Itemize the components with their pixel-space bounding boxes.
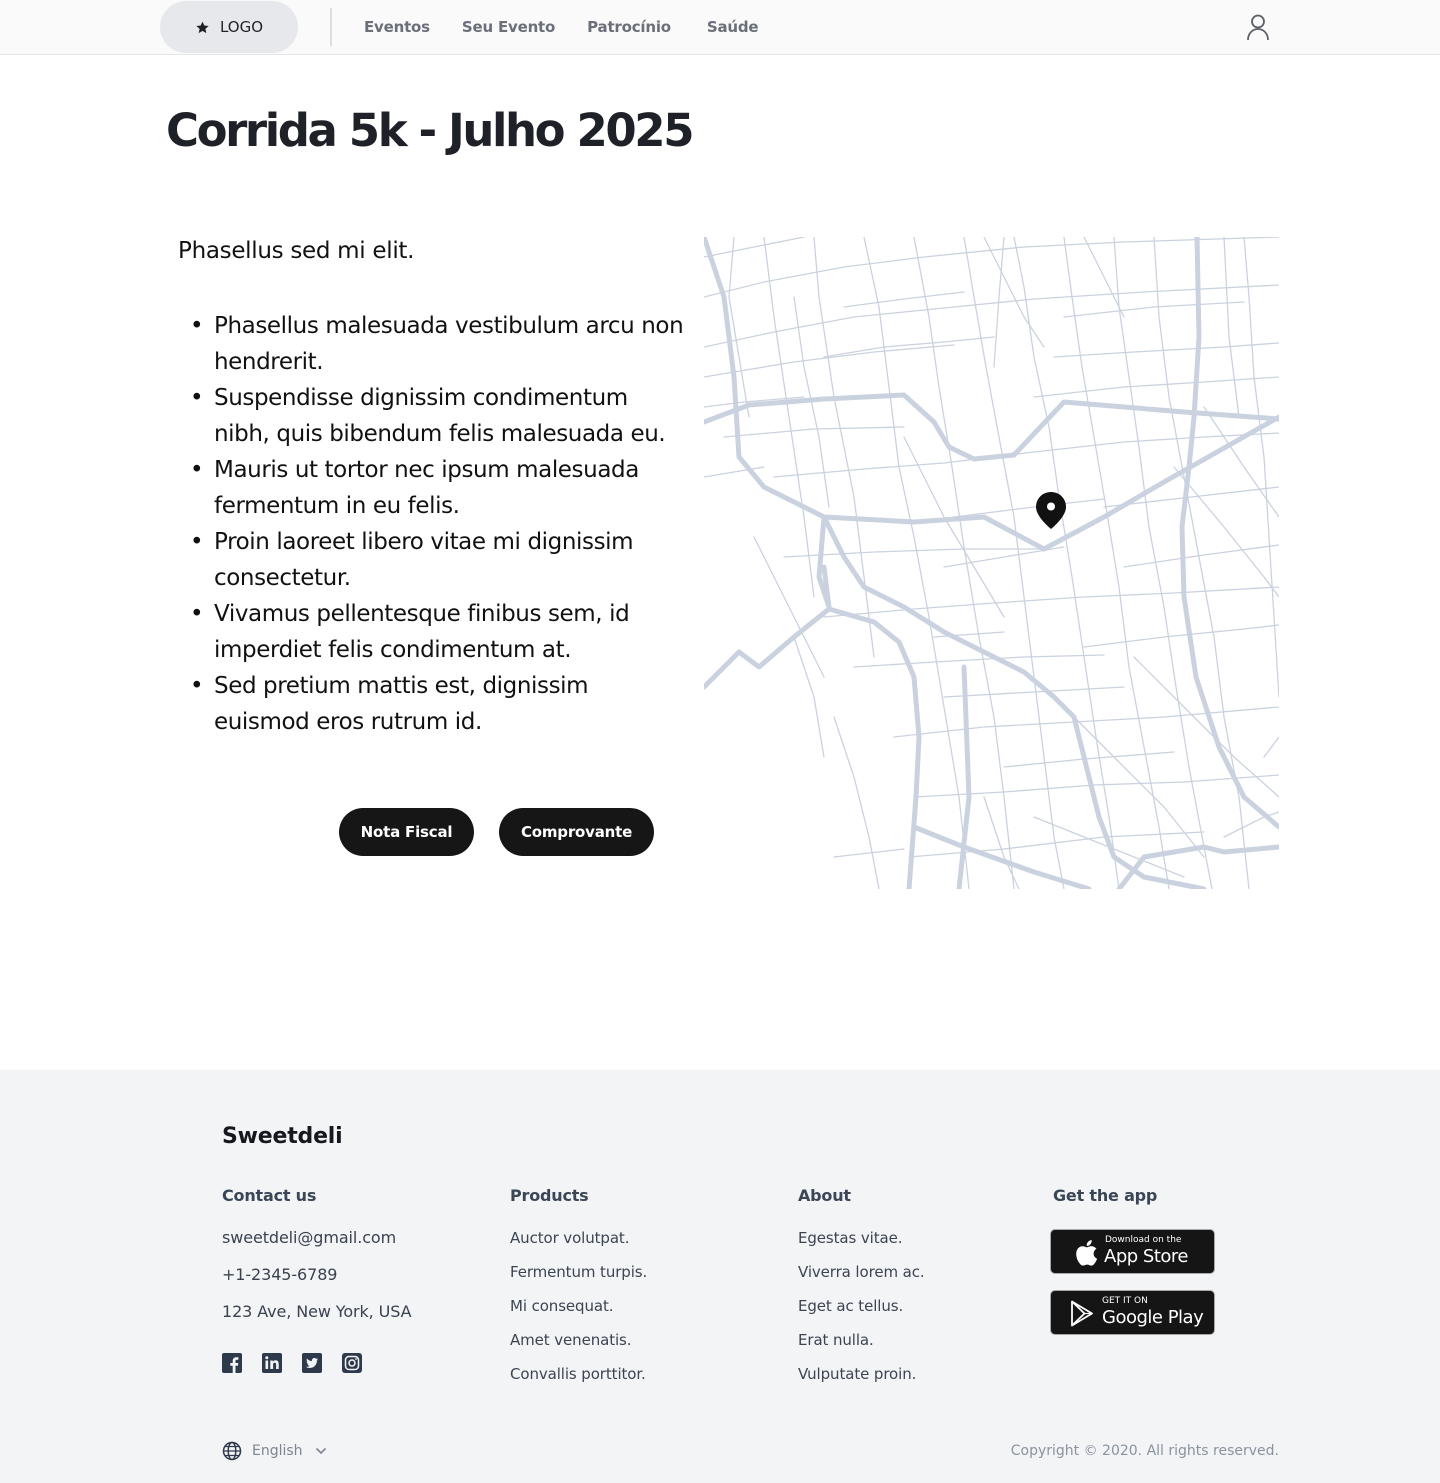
about-link[interactable]: Vulputate proin. [798,1365,916,1383]
page-title: Corrida 5k - Julho 2025 [166,104,695,157]
google-play-small-text: GET IT ON [1102,1296,1148,1306]
twitter-icon[interactable] [302,1353,322,1373]
facebook-icon[interactable] [222,1353,242,1373]
list-item: Vivamus pellentesque finibus sem, id imp… [190,596,690,668]
contact-email[interactable]: sweetdeli@gmail.com [222,1228,396,1247]
nav-saude[interactable]: Saúde [707,18,759,36]
nav-eventos[interactable]: Eventos [364,18,430,36]
products-link[interactable]: Mi consequat. [510,1297,614,1315]
apple-icon [1076,1240,1098,1266]
list-item: Mauris ut tortor nec ipsum malesuada fer… [190,452,690,524]
products-link[interactable]: Convallis porttitor. [510,1365,646,1383]
user-icon[interactable] [1246,13,1270,41]
app-store-big-text: App Store [1104,1246,1188,1267]
google-play-button[interactable]: GET IT ON Google Play [1050,1290,1215,1335]
about-link[interactable]: Eget ac tellus. [798,1297,903,1315]
nota-fiscal-button[interactable]: Nota Fiscal [339,808,474,856]
instagram-icon[interactable] [342,1353,362,1373]
logo-text: LOGO [219,18,264,36]
list-item: Proin laoreet libero vitae mi dignissim … [190,524,690,596]
about-link[interactable]: Egestas vitae. [798,1229,903,1247]
contact-phone[interactable]: +1-2345-6789 [222,1265,337,1284]
app-store-button[interactable]: Download on the App Store [1050,1229,1215,1274]
app-title: Get the app [1053,1186,1158,1205]
event-map[interactable] [704,237,1279,889]
linkedin-icon[interactable] [262,1353,282,1373]
comprovante-button[interactable]: Comprovante [499,808,654,856]
contact-address: 123 Ave, New York, USA [222,1302,412,1321]
list-item: Phasellus malesuada vestibulum arcu non … [190,308,690,380]
contact-title: Contact us [222,1186,317,1205]
logo-button[interactable]: LOGO [160,1,298,53]
intro-text: Phasellus sed mi elit. [178,238,415,264]
copyright-text: Copyright © 2020. All rights reserved. [1010,1443,1279,1459]
footer [0,1070,1440,1483]
main-nav: Eventos Seu Evento Patrocínio Saúde [364,0,790,54]
about-link[interactable]: Viverra lorem ac. [798,1263,925,1281]
nav-seu-evento[interactable]: Seu Evento [462,18,555,36]
language-label: English [252,1443,303,1459]
products-link[interactable]: Amet venenatis. [510,1331,632,1349]
footer-brand: Sweetdeli [222,1124,343,1149]
map-streets [704,237,1279,889]
header-divider [330,8,332,46]
chevron-down-icon [315,1447,326,1455]
about-title: About [798,1186,851,1205]
products-link[interactable]: Auctor volutpat. [510,1229,629,1247]
nav-patrocinio[interactable]: Patrocínio [587,18,671,36]
list-item: Sed pretium mattis est, dignissim euismo… [190,668,690,740]
google-play-big-text: Google Play [1102,1307,1204,1328]
google-play-icon [1071,1300,1093,1327]
star-icon [196,21,209,33]
products-link[interactable]: Fermentum turpis. [510,1263,647,1281]
products-title: Products [510,1186,589,1205]
app-store-small-text: Download on the [1105,1235,1182,1245]
about-link[interactable]: Erat nulla. [798,1331,874,1349]
top-navbar: LOGO Eventos Seu Evento Patrocínio Saúde [0,0,1440,55]
language-selector[interactable]: English [222,1440,327,1462]
list-item: Suspendisse dignissim condimentum nibh, … [190,380,690,452]
globe-icon [222,1441,242,1461]
map-pin-icon[interactable] [1036,492,1066,529]
bullet-list: Phasellus malesuada vestibulum arcu non … [190,308,690,740]
